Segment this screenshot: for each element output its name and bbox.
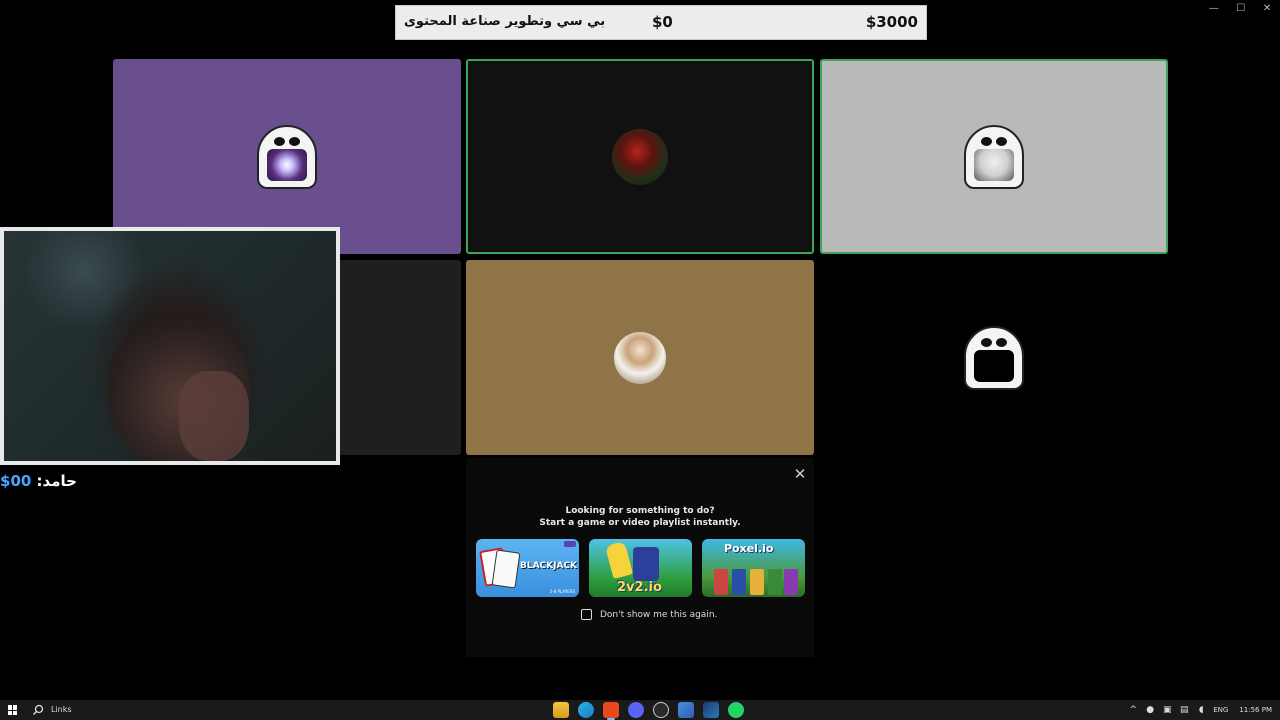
character-icon bbox=[633, 547, 659, 581]
webcam-overlay bbox=[0, 227, 340, 465]
score-banner: بي سي وتطوير صناعة المحتوى $0 $3000 bbox=[395, 5, 927, 40]
close-icon[interactable]: ✕ bbox=[792, 466, 808, 482]
participant-tile-black-ghost[interactable] bbox=[820, 260, 1168, 455]
ghost-avatar-icon bbox=[257, 124, 317, 189]
participant-tile-purple[interactable] bbox=[113, 59, 461, 254]
clock[interactable]: 11:56 PM bbox=[1239, 706, 1272, 714]
checkbox-icon[interactable] bbox=[581, 609, 592, 620]
participant-tile-brown-person[interactable] bbox=[466, 260, 814, 455]
badge-icon bbox=[564, 541, 576, 547]
checkbox-label: Don't show me this again. bbox=[600, 609, 718, 620]
banner-middle-amount: $0 bbox=[652, 13, 673, 31]
red-avatar-icon bbox=[612, 128, 668, 185]
streamer-name: حامد: bbox=[36, 472, 77, 490]
dont-show-again-checkbox[interactable]: Don't show me this again. bbox=[581, 609, 717, 620]
edge-icon[interactable] bbox=[578, 702, 594, 718]
app-blue-icon[interactable] bbox=[678, 702, 694, 718]
activity-cards: BLACKJACK 2-8 PLAYERS 2v2.io Poxel.io bbox=[476, 539, 805, 597]
network-icon[interactable]: ▤ bbox=[1179, 705, 1189, 715]
system-tray: ^ ● ▣ ▤ ◖ ENG 11:56 PM bbox=[1128, 700, 1272, 720]
microphone-icon[interactable]: ● bbox=[1145, 705, 1155, 715]
windows-start-icon[interactable] bbox=[8, 705, 18, 715]
activity-card-poxelio[interactable]: Poxel.io bbox=[702, 539, 805, 597]
minimize-button[interactable]: — bbox=[1209, 4, 1219, 14]
card-sublabel: 2-8 PLAYERS bbox=[549, 589, 575, 594]
steam-icon[interactable] bbox=[703, 702, 719, 718]
banner-title: بي سي وتطوير صناعة المحتوى bbox=[404, 14, 606, 29]
streamer-amount: 00$ bbox=[0, 472, 32, 490]
webcam-feed bbox=[4, 231, 336, 461]
character-icon bbox=[768, 569, 782, 595]
character-icon bbox=[732, 569, 746, 595]
brave-icon[interactable] bbox=[603, 702, 619, 720]
banner-right-amount: $3000 bbox=[865, 13, 918, 31]
maximize-button[interactable]: ☐ bbox=[1236, 4, 1245, 14]
ghost-dark-avatar-icon bbox=[964, 325, 1024, 390]
participant-tile-dark-red[interactable] bbox=[466, 59, 814, 254]
taskbar-apps bbox=[553, 702, 744, 720]
activity-heading: Looking for something to do? bbox=[565, 506, 715, 516]
person-avatar-icon bbox=[614, 331, 666, 384]
activity-suggestion-panel: ✕ Looking for something to do? Start a g… bbox=[466, 458, 814, 657]
whatsapp-icon[interactable] bbox=[728, 702, 744, 718]
volume-icon[interactable]: ◖ bbox=[1196, 705, 1206, 715]
discord-icon[interactable] bbox=[628, 702, 644, 718]
language-indicator[interactable]: ENG bbox=[1213, 706, 1228, 714]
obs-icon[interactable] bbox=[653, 702, 669, 718]
tray-chevron-icon[interactable]: ^ bbox=[1128, 705, 1138, 715]
participant-tile-grey-cat[interactable] bbox=[820, 59, 1168, 254]
card-label: BLACKJACK bbox=[520, 561, 578, 571]
activity-subheading: Start a game or video playlist instantly… bbox=[539, 518, 741, 528]
search-label[interactable]: Links bbox=[51, 705, 72, 714]
card-label: 2v2.io bbox=[617, 580, 662, 595]
character-icon bbox=[784, 569, 798, 595]
search-icon[interactable] bbox=[32, 704, 44, 716]
file-explorer-icon[interactable] bbox=[553, 702, 569, 718]
card-label: Poxel.io bbox=[724, 542, 774, 555]
activity-card-2v2io[interactable]: 2v2.io bbox=[589, 539, 692, 597]
close-window-button[interactable]: ✕ bbox=[1263, 4, 1271, 14]
streamer-score-label: حامد: 00$ bbox=[0, 472, 77, 490]
window-controls: — ☐ ✕ bbox=[1200, 0, 1280, 18]
playing-card-icon bbox=[491, 549, 521, 589]
character-icon bbox=[714, 569, 728, 595]
character-icon bbox=[604, 540, 634, 580]
activity-card-blackjack[interactable]: BLACKJACK 2-8 PLAYERS bbox=[476, 539, 579, 597]
taskbar: Links ^ ● ▣ ▤ ◖ ENG 11:56 PM bbox=[0, 700, 1280, 720]
character-icon bbox=[750, 569, 764, 595]
tray-app-icon[interactable]: ▣ bbox=[1162, 705, 1172, 715]
ghost-cat-avatar-icon bbox=[964, 124, 1024, 189]
